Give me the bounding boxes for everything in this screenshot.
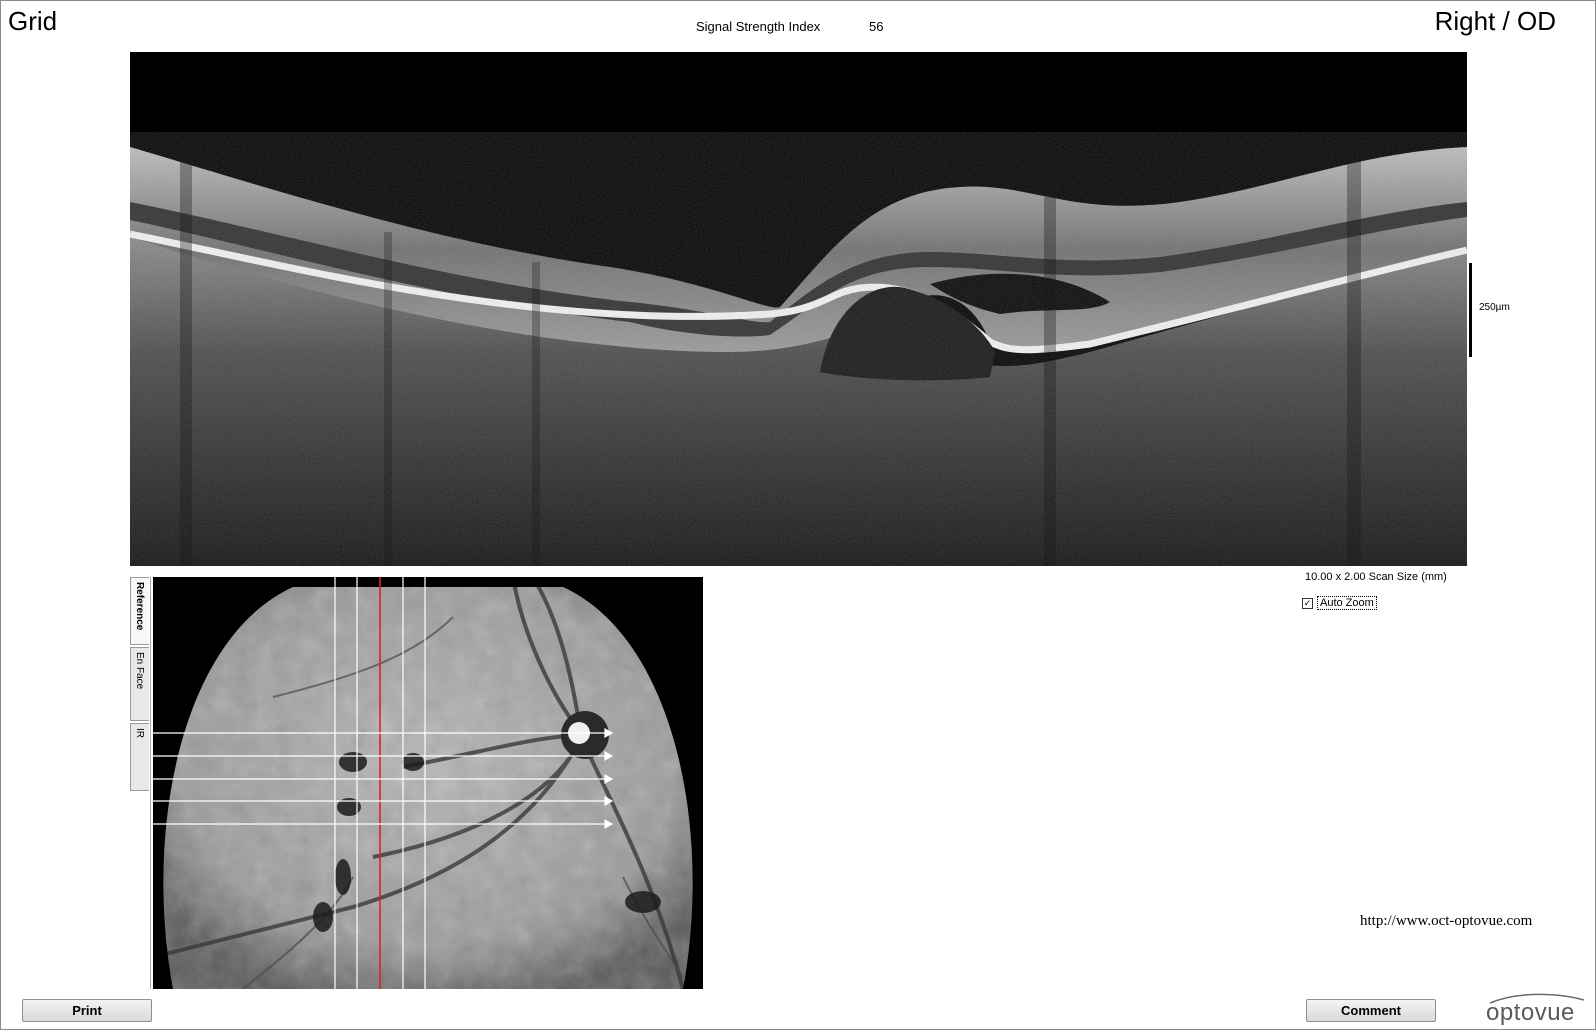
- tab-ir-label: IR: [134, 728, 145, 738]
- optovue-logo: optovue: [1486, 992, 1588, 1026]
- tab-reference-label: Reference: [134, 582, 145, 631]
- tab-en-face-label: En Face: [134, 652, 145, 690]
- fundus-graphic: [153, 577, 703, 989]
- auto-zoom-control[interactable]: ✓ Auto Zoom: [1302, 596, 1377, 610]
- signal-strength-label: Signal Strength Index: [696, 19, 821, 34]
- tab-ir[interactable]: IR: [130, 723, 149, 791]
- scale-bar-label: 250µm: [1479, 302, 1510, 313]
- oct-bscan-graphic: [130, 52, 1467, 566]
- logo-text: optovue: [1486, 999, 1575, 1026]
- auto-zoom-label[interactable]: Auto Zoom: [1317, 596, 1377, 610]
- auto-zoom-checkbox[interactable]: ✓: [1302, 597, 1313, 609]
- oct-bscan-image: [130, 52, 1467, 566]
- fundus-reference-image[interactable]: [153, 577, 703, 989]
- scale-bar: [1469, 263, 1472, 357]
- scan-size-text: 10.00 x 2.00 Scan Size (mm): [1305, 571, 1447, 583]
- image-tabs: Reference En Face IR: [130, 577, 151, 989]
- print-button[interactable]: Print: [22, 999, 152, 1022]
- tab-reference[interactable]: Reference: [130, 577, 149, 645]
- tab-en-face[interactable]: En Face: [130, 647, 149, 721]
- signal-strength-value: 56: [869, 19, 884, 34]
- scan-type-title: Grid: [8, 6, 58, 36]
- comment-button[interactable]: Comment: [1306, 999, 1436, 1022]
- website-url[interactable]: http://www.oct-optovue.com: [1360, 913, 1532, 930]
- eye-label: Right / OD: [1434, 6, 1556, 36]
